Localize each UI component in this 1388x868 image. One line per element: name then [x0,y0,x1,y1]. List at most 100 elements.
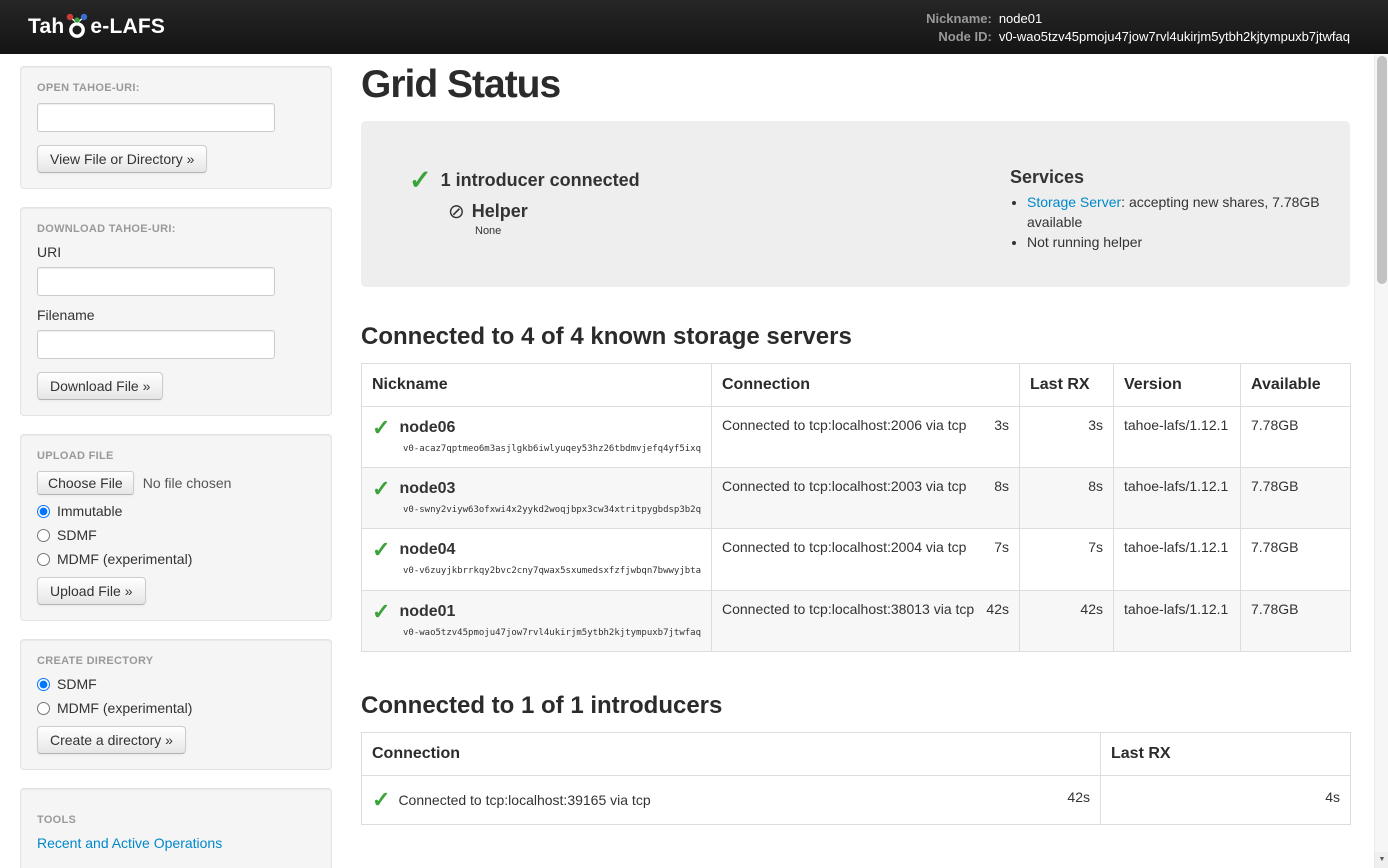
storage-table-header-row: Nickname Connection Last RX Version Avai… [362,363,1351,406]
uri-field-label: URI [37,244,315,260]
available-cell: 7.78GB [1241,406,1351,467]
nickname-cell: ✓node03 v0-swny2viyw63ofxwi4x2yykd2woqjb… [362,467,712,528]
service-item-helper: Not running helper [1027,233,1326,253]
dir-format-mdmf[interactable]: MDMF (experimental) [37,700,315,716]
connection-status-block: ✓ 1 introducer connected ⊘ Helper None [409,167,640,253]
radio-upload-mdmf-label: MDMF (experimental) [57,551,192,567]
radio-dir-sdmf[interactable] [37,678,50,691]
scrollbar-thumb[interactable] [1377,56,1387,284]
col-introducer-connection: Connection [362,732,1101,775]
connected-check-icon: ✓ [372,539,390,561]
sidebar: OPEN TAHOE-URI: View File or Directory »… [20,66,332,868]
connection-cell: Connected to tcp:localhost:2006 via tcp 3… [712,406,1020,467]
dir-format-sdmf[interactable]: SDMF [37,676,315,692]
download-uri-label: DOWNLOAD TAHOE-URI: [37,223,315,235]
connection-cell: Connected to tcp:localhost:2003 via tcp 8… [712,467,1020,528]
helper-status-title: Helper [472,201,528,222]
services-block: Services Storage Server: accepting new s… [1010,167,1330,253]
nickname-value: node01 [999,10,1350,27]
introducer-last-rx-cell: 4s [1101,775,1351,824]
connected-check-icon: ✓ [372,417,390,439]
upload-format-mdmf[interactable]: MDMF (experimental) [37,551,315,567]
brand-text-prefix: Tah [28,15,64,39]
radio-immutable[interactable] [37,505,50,518]
node-id-value: v0-wao5tzv45pmoju47jow7rvl4ukirjm5ytbh2k… [999,28,1350,45]
available-cell: 7.78GB [1241,590,1351,651]
sidebar-section-create-directory: CREATE DIRECTORY SDMF MDMF (experimental… [20,639,332,770]
node-nickname: node04 [399,541,455,559]
connected-check-icon: ✓ [372,478,390,500]
connection-age: 3s [994,417,1009,433]
available-cell: 7.78GB [1241,529,1351,590]
connection-text: Connected to tcp:localhost:2004 via tcp [722,539,966,555]
grid-status-summary-panel: ✓ 1 introducer connected ⊘ Helper None S… [361,121,1350,287]
radio-upload-sdmf-label: SDMF [57,527,97,543]
connection-text: Connected to tcp:localhost:38013 via tcp [722,601,974,617]
sidebar-section-tools: TOOLS Recent and Active Operations [20,788,332,868]
node-id: v0-wao5tzv45pmoju47jow7rvl4ukirjm5ytbh2k… [372,626,701,641]
radio-immutable-label: Immutable [57,503,122,519]
connection-text: Connected to tcp:localhost:2003 via tcp [722,478,966,494]
introducers-table: Connection Last RX ✓ Connected to tcp:lo… [361,732,1351,825]
connection-text: Connected to tcp:localhost:2006 via tcp [722,417,966,433]
download-uri-input[interactable] [37,267,275,296]
last-rx-cell: 7s [1020,529,1114,590]
brand-text-suffix: e-LAFS [90,15,165,39]
col-last-rx: Last RX [1020,363,1114,406]
no-helper-icon: ⊘ [448,202,465,222]
radio-dir-sdmf-label: SDMF [57,676,97,692]
col-available: Available [1241,363,1351,406]
introducer-connection-cell: ✓ Connected to tcp:localhost:39165 via t… [362,775,1101,824]
radio-dir-mdmf[interactable] [37,702,50,715]
upload-format-sdmf[interactable]: SDMF [37,527,315,543]
vertical-scrollbar[interactable]: ▼ [1374,55,1388,868]
connection-age: 42s [986,601,1009,617]
recent-operations-link[interactable]: Recent and Active Operations [37,835,222,851]
upload-format-immutable[interactable]: Immutable [37,503,315,519]
storage-server-link[interactable]: Storage Server [1027,194,1121,210]
tools-label: TOOLS [37,814,315,826]
node-id: v0-acaz7qptmeo6m3asjlgkb6iwlyuqey53hz26t… [372,442,701,457]
download-file-button[interactable]: Download File » [37,372,163,400]
main-content: Grid Status ✓ 1 introducer connected ⊘ H… [361,54,1350,825]
available-cell: 7.78GB [1241,467,1351,528]
scrollbar-down-arrow-icon[interactable]: ▼ [1375,852,1388,868]
upload-file-button[interactable]: Upload File » [37,577,146,605]
choose-file-button[interactable]: Choose File [37,471,134,495]
open-uri-input[interactable] [37,103,275,132]
storage-table-row: ✓node06 v0-acaz7qptmeo6m3asjlgkb6iwlyuqe… [362,406,1351,467]
sidebar-section-open-uri: OPEN TAHOE-URI: View File or Directory » [20,66,332,189]
radio-upload-mdmf[interactable] [37,553,50,566]
node-nickname: node03 [399,480,455,498]
storage-servers-heading: Connected to 4 of 4 known storage server… [361,323,1350,351]
connection-age: 8s [994,478,1009,494]
introducer-status-text: 1 introducer connected [441,170,640,191]
helper-status-detail: None [475,225,640,237]
introducer-connection-text: Connected to tcp:localhost:39165 via tcp [398,792,650,808]
node-id-label: Node ID: [926,28,992,45]
open-uri-label: OPEN TAHOE-URI: [37,82,315,94]
create-directory-button[interactable]: Create a directory » [37,726,186,754]
node-nickname: node01 [399,603,455,621]
sidebar-section-upload: UPLOAD FILE Choose File No file chosen I… [20,434,332,621]
services-title: Services [1010,167,1326,188]
storage-servers-table: Nickname Connection Last RX Version Avai… [361,363,1351,652]
connection-cell: Connected to tcp:localhost:38013 via tcp… [712,590,1020,651]
filename-field-label: Filename [37,307,315,323]
col-introducer-last-rx: Last RX [1101,732,1351,775]
download-filename-input[interactable] [37,330,275,359]
upload-file-label: UPLOAD FILE [37,450,315,462]
version-cell: tahoe-lafs/1.12.1 [1114,590,1241,651]
version-cell: tahoe-lafs/1.12.1 [1114,529,1241,590]
node-id: v0-v6zuyjkbrrkqy2bvc2cny7qwax5sxumedsxfz… [372,564,701,579]
introducer-check-icon: ✓ [409,167,432,194]
connected-check-icon: ✓ [372,601,390,623]
file-chosen-status: No file chosen [143,475,232,491]
introducers-heading: Connected to 1 of 1 introducers [361,692,1350,720]
view-file-button[interactable]: View File or Directory » [37,145,207,173]
node-identity-block: Nickname: node01 Node ID: v0-wao5tzv45pm… [926,10,1350,45]
col-connection: Connection [712,363,1020,406]
connection-cell: Connected to tcp:localhost:2004 via tcp7… [712,529,1020,590]
introducer-table-row: ✓ Connected to tcp:localhost:39165 via t… [362,775,1351,824]
radio-upload-sdmf[interactable] [37,529,50,542]
